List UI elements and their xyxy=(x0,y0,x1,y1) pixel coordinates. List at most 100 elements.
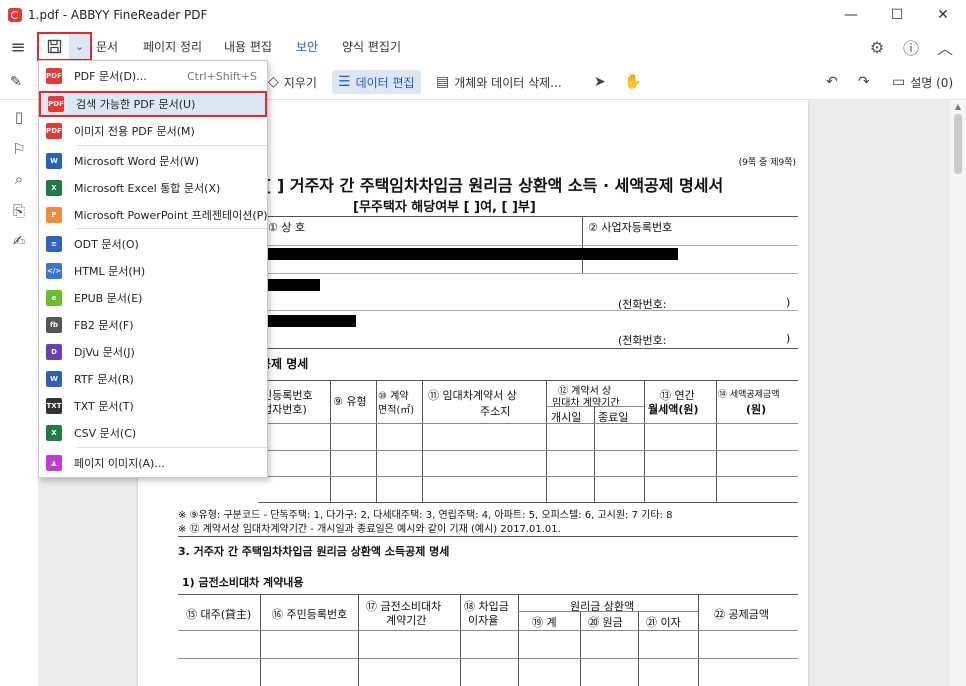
menu-item-label: Microsoft Excel 통합 문서(X) xyxy=(74,182,221,195)
pdf-icon: PDF xyxy=(46,68,62,84)
col-header: (원) xyxy=(746,403,767,416)
note-type-codes: ※ ⑨유형: 구분코드 - 단독주택: 1, 다가구: 2, 다세대주택: 3,… xyxy=(178,510,673,521)
menu-item-pdf[interactable]: PDF PDF 문서(D)... Ctrl+Shift+S xyxy=(39,63,267,89)
menu-item-image[interactable]: ▲ 페이지 이미지(A)... xyxy=(39,450,267,476)
vertical-scrollbar[interactable]: ▲ xyxy=(950,100,966,686)
menu-item-word[interactable]: W Microsoft Word 문서(W) xyxy=(39,148,267,174)
pdf-icon: PDF xyxy=(48,96,64,112)
col-header: 주소지 xyxy=(480,405,511,418)
redaction-mark xyxy=(258,248,678,260)
pdf-icon: PDF xyxy=(46,123,62,139)
menu-item-label: CSV 문서(C) xyxy=(74,427,137,440)
document-subtitle: [무주택자 해당여부 [ ]여, [ ]부] xyxy=(353,200,536,215)
draw-tool-icon[interactable]: ✎ xyxy=(10,70,22,94)
hamburger-menu-icon[interactable]: ≡ xyxy=(0,30,36,64)
menu-item-label: RTF 문서(R) xyxy=(74,373,134,386)
pages-icon[interactable]: ▯ xyxy=(10,108,28,126)
collapse-ribbon-icon[interactable]: ︿ xyxy=(936,35,954,59)
menu-item-shortcut: Ctrl+Shift+S xyxy=(187,69,257,83)
djvu-icon: D xyxy=(46,344,62,360)
odt-icon: ≡ xyxy=(46,236,62,252)
window-controls: — ☐ ✕ xyxy=(828,0,966,30)
tab-form-editor[interactable]: 양식 편집기 xyxy=(342,30,401,64)
menu-item-label: 검색 가능한 PDF 문서(U) xyxy=(76,98,196,111)
col-header: ⑪ 임대차계약서 상 xyxy=(428,389,517,402)
col-header: 업자번호) xyxy=(262,403,307,416)
save-icon[interactable] xyxy=(39,34,69,59)
note-contract-period: ※ ⑫ 계약서상 임대차계약기간 - 개시일과 종료일은 예시와 같이 기재 (… xyxy=(178,524,561,535)
col-header: ⑲ 계 xyxy=(532,616,557,629)
menu-item-powerpoint[interactable]: P Microsoft PowerPoint 프레젠테이션(P) xyxy=(39,202,268,228)
scroll-thumb[interactable] xyxy=(954,114,962,174)
settings-icon[interactable]: ⚙ xyxy=(868,38,886,57)
bookmark-icon[interactable]: ⚐ xyxy=(10,140,28,158)
search-icon[interactable]: ⌕ xyxy=(10,170,28,188)
window-title: 1.pdf - ABBYY FineReader PDF xyxy=(28,8,208,22)
word-icon: W xyxy=(46,153,62,169)
redo-icon[interactable]: ↷ xyxy=(858,70,870,94)
hand-tool-icon[interactable]: ✋ xyxy=(624,70,641,94)
scroll-up-icon[interactable]: ▲ xyxy=(953,102,963,112)
page-number: (9쪽 중 제9쪽) xyxy=(738,158,796,168)
comment-icon: ▭ xyxy=(892,74,906,90)
menu-separator xyxy=(77,447,267,448)
col-header: ⑳ 원금 xyxy=(588,616,623,629)
menu-item-pdf[interactable]: PDF 검색 가능한 PDF 문서(U) xyxy=(39,91,267,117)
tab-content-edit[interactable]: 내용 편집 xyxy=(224,30,272,64)
menu-item-pdf[interactable]: PDF 이미지 전용 PDF 문서(M) xyxy=(39,118,267,144)
col-header: ⑭ 세액공제금액 xyxy=(718,390,780,400)
ribbon-tabs: ≡ ⌄ 문서 페이지 정리 내용 편집 보안 양식 편집기 ⚙ ⓘ ︿ xyxy=(0,30,966,64)
help-icon[interactable]: ⓘ xyxy=(902,35,920,59)
menu-separator xyxy=(77,228,267,229)
menu-item-rtf[interactable]: W RTF 문서(R) xyxy=(39,366,267,392)
section3-subtitle: 1) 금전소비대차 계약내용 xyxy=(182,576,304,589)
save-split-button[interactable]: ⌄ xyxy=(37,32,92,61)
section3-title: 3. 거주자 간 주택임차차입금 원리금 상환액 소득공제 명세 xyxy=(178,545,450,558)
tab-security[interactable]: 보안 xyxy=(296,30,318,64)
menu-item-fb2[interactable]: fb FB2 문서(F) xyxy=(39,312,267,338)
document-delete-icon: ▤ xyxy=(436,74,450,90)
tab-document[interactable]: 문서 xyxy=(96,30,118,64)
phone-label-end: ) xyxy=(786,296,791,309)
menu-item-label: ODT 문서(O) xyxy=(74,238,139,251)
phone-label: (전화번호: xyxy=(618,334,667,347)
tab-page-organize[interactable]: 페이지 정리 xyxy=(143,30,202,64)
chevron-down-icon[interactable]: ⌄ xyxy=(69,34,90,59)
col-header: ⑩ 계약 xyxy=(378,391,409,402)
menu-item-label: DjVu 문서(J) xyxy=(74,346,135,359)
phone-label-end: ) xyxy=(786,332,791,345)
col-header: ㉒ 공제금액 xyxy=(714,608,769,621)
excel-icon: X xyxy=(46,180,62,196)
minimize-button[interactable]: — xyxy=(828,0,874,30)
field-company: ① 상 호 xyxy=(268,221,306,234)
attachment-icon[interactable]: ⎘ xyxy=(10,202,28,220)
menu-item-txt[interactable]: TXT TXT 문서(T) xyxy=(39,393,267,419)
signature-icon[interactable]: ✍ xyxy=(10,232,28,250)
image-icon: ▲ xyxy=(46,455,62,471)
csv-icon: X xyxy=(46,425,62,441)
maximize-button[interactable]: ☐ xyxy=(874,0,920,30)
close-button[interactable]: ✕ xyxy=(920,0,966,30)
powerpoint-icon: P xyxy=(46,207,62,223)
select-pointer-icon[interactable]: ➤ xyxy=(594,70,606,94)
data-edit-button[interactable]: ☰ 데이터 편집 xyxy=(332,70,421,94)
menu-item-label: Microsoft Word 문서(W) xyxy=(74,155,200,168)
menu-item-label: EPUB 문서(E) xyxy=(74,292,143,305)
rtf-icon: W xyxy=(46,371,62,387)
col-header: 면적(㎡) xyxy=(378,405,415,416)
menu-item-html[interactable]: </> HTML 문서(H) xyxy=(39,258,267,284)
menu-item-odt[interactable]: ≡ ODT 문서(O) xyxy=(39,231,267,257)
delete-objects-button[interactable]: ▤ 개체와 데이터 삭제... xyxy=(436,70,562,94)
ribbon-right-icons: ⚙ ⓘ ︿ xyxy=(868,30,954,64)
undo-icon[interactable]: ↶ xyxy=(826,70,838,94)
menu-item-djvu[interactable]: D DjVu 문서(J) xyxy=(39,339,267,365)
comments-button[interactable]: ▭ 설명 (0) xyxy=(892,70,953,94)
menu-item-epub[interactable]: e EPUB 문서(E) xyxy=(39,285,267,311)
field-business-number: ② 사업자등록번호 xyxy=(588,221,673,234)
erase-button[interactable]: ◇ 지우기 xyxy=(268,70,317,94)
menu-item-excel[interactable]: X Microsoft Excel 통합 문서(X) xyxy=(39,175,267,201)
menu-item-label: Microsoft PowerPoint 프레젠테이션(P) xyxy=(74,209,268,222)
menu-item-csv[interactable]: X CSV 문서(C) xyxy=(39,420,267,446)
menu-item-label: FB2 문서(F) xyxy=(74,319,134,332)
txt-icon: TXT xyxy=(46,398,62,414)
